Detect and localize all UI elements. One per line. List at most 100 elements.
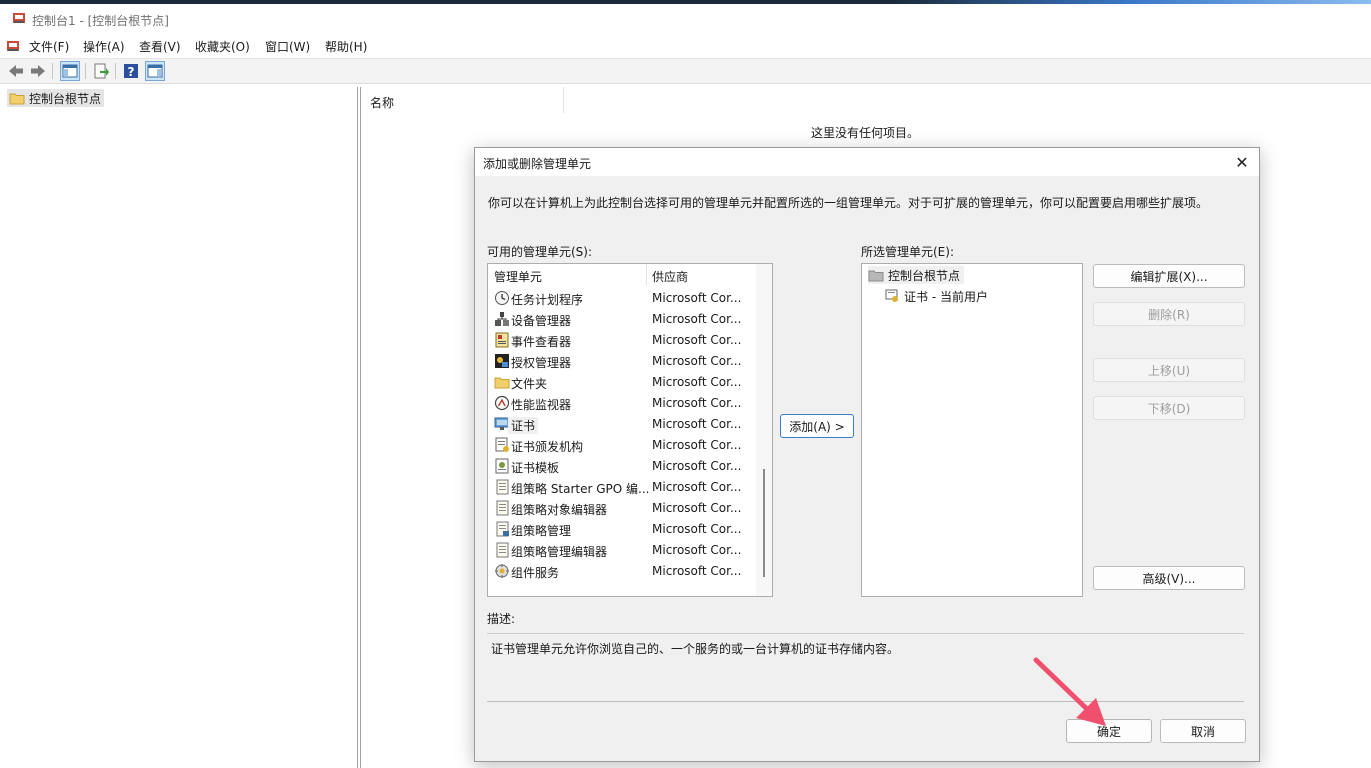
selected-child-label: 证书 - 当前用户 (904, 289, 988, 304)
certificate-authority-icon (495, 437, 509, 452)
snapin-vendor: Microsoft Cor... (652, 312, 742, 326)
console-tree-pane[interactable]: 控制台根节点 (2, 87, 358, 768)
edit-extensions-button[interactable]: 编辑扩展(X)... (1093, 264, 1245, 288)
authorization-manager-icon (495, 354, 509, 368)
snapin-row-authorization-manager[interactable]: 授权管理器 Microsoft Cor... (488, 351, 754, 372)
toolbar: ? (0, 58, 1371, 84)
snapin-row-gpo-editor[interactable]: 组策略对象编辑器 Microsoft Cor... (488, 498, 754, 519)
certificates-icon (885, 289, 898, 302)
snapin-vendor: Microsoft Cor... (652, 480, 742, 494)
policy-management-icon (496, 521, 509, 537)
snapin-row-task-scheduler[interactable]: 任务计划程序 Microsoft Cor... (488, 288, 754, 309)
menu-bar: 文件(F) 操作(A) 查看(V) 收藏夹(O) 窗口(W) 帮助(H) (0, 34, 1371, 58)
menu-action[interactable]: 操作(A) (83, 38, 125, 55)
selected-root-label: 控制台根节点 (888, 268, 961, 283)
snapin-row-component-services[interactable]: 组件服务 Microsoft Cor... (488, 561, 754, 582)
snapin-name: 组策略 Starter GPO 编... (511, 482, 650, 496)
close-icon[interactable]: ✕ (1231, 151, 1253, 173)
export-list-icon[interactable] (92, 62, 110, 80)
ok-button[interactable]: 确定 (1066, 719, 1152, 743)
selected-root-node[interactable]: 控制台根节点 (868, 266, 965, 284)
available-snapins-label: 可用的管理单元(S): (487, 245, 593, 259)
selected-snapins-label: 所选管理单元(E): (861, 245, 954, 259)
scrollbar-thumb[interactable] (763, 469, 765, 577)
mmc-app-icon (13, 13, 25, 23)
snapin-row-certificate-authority[interactable]: 证书颁发机构 Microsoft Cor... (488, 435, 754, 456)
snapin-vendor: Microsoft Cor... (652, 354, 742, 368)
available-snapins-list[interactable]: 管理单元 供应商 任务计划程序 Microsoft Cor... 设备管理器 M… (487, 263, 773, 597)
snapin-name: 组策略管理编辑器 (511, 545, 608, 559)
snapin-row-performance-monitor[interactable]: 性能监视器 Microsoft Cor... (488, 393, 754, 414)
snapin-name: 组策略管理 (511, 524, 572, 538)
snapin-vendor: Microsoft Cor... (652, 543, 742, 557)
snapin-vendor: Microsoft Cor... (652, 396, 742, 410)
event-viewer-icon (495, 332, 509, 348)
folder-icon (9, 93, 25, 105)
snapin-name: 证书模板 (511, 461, 560, 475)
description-text: 证书管理单元允许你浏览自己的、一个服务的或一台计算机的证书存储内容。 (491, 642, 900, 656)
snapin-name: 组件服务 (511, 566, 560, 580)
snapin-name: 证书颁发机构 (511, 440, 584, 454)
snapin-row-group-policy-management[interactable]: 组策略管理 Microsoft Cor... (488, 519, 754, 540)
snapin-name: 性能监视器 (511, 398, 572, 412)
snapin-row-certificates[interactable]: 证书 Microsoft Cor... (488, 414, 754, 435)
snapin-vendor: Microsoft Cor... (652, 522, 742, 536)
clock-icon (495, 291, 509, 305)
tree-root-label: 控制台根节点 (29, 91, 102, 106)
back-icon[interactable] (7, 62, 25, 80)
tree-root-node[interactable]: 控制台根节点 (7, 89, 105, 107)
description-label: 描述: (487, 612, 516, 626)
help-icon[interactable]: ? (122, 62, 140, 80)
mmc-menu-icon[interactable] (6, 39, 20, 53)
cancel-button[interactable]: 取消 (1160, 719, 1246, 743)
policy-icon (496, 479, 509, 495)
advanced-button[interactable]: 高级(V)... (1093, 566, 1245, 590)
move-down-button[interactable]: 下移(D) (1093, 396, 1245, 420)
snapin-name: 授权管理器 (511, 356, 572, 370)
empty-message: 这里没有任何项目。 (811, 126, 920, 140)
snapin-row-folder[interactable]: 文件夹 Microsoft Cor... (488, 372, 754, 393)
snapin-name: 文件夹 (511, 377, 548, 391)
show-hide-action-pane-icon[interactable] (145, 61, 165, 81)
policy-icon (496, 500, 509, 516)
snapin-vendor: Microsoft Cor... (652, 375, 742, 389)
menu-window[interactable]: 窗口(W) (265, 38, 310, 55)
column-header-name[interactable]: 名称 (361, 87, 564, 113)
snapin-name: 组策略对象编辑器 (511, 503, 608, 517)
move-up-button[interactable]: 上移(U) (1093, 358, 1245, 382)
show-hide-console-tree-icon[interactable] (60, 61, 80, 81)
menu-view[interactable]: 查看(V) (139, 38, 181, 55)
menu-favorites[interactable]: 收藏夹(O) (195, 38, 250, 55)
snapin-row-starter-gpo-editor[interactable]: 组策略 Starter GPO 编... Microsoft Cor... (488, 477, 754, 498)
performance-monitor-icon (494, 395, 510, 411)
toolbar-separator (52, 63, 53, 79)
available-list-scrollbar[interactable] (756, 264, 772, 596)
snapin-row-group-policy-management-editor[interactable]: 组策略管理编辑器 Microsoft Cor... (488, 540, 754, 561)
selected-child-certificates[interactable]: 证书 - 当前用户 (884, 287, 988, 305)
snapin-name: 设备管理器 (511, 314, 572, 328)
column-divider[interactable] (646, 264, 647, 286)
snapin-vendor: Microsoft Cor... (652, 438, 742, 452)
snapin-name: 事件查看器 (511, 335, 572, 349)
column-header-snapin[interactable]: 管理单元 (494, 268, 542, 285)
forward-icon[interactable] (29, 62, 47, 80)
dialog-titlebar[interactable]: 添加或删除管理单元 ✕ (475, 148, 1259, 176)
column-header-vendor[interactable]: 供应商 (652, 268, 688, 285)
policy-icon (496, 542, 509, 558)
window-titlebar[interactable]: 控制台1 - [控制台根节点] (0, 4, 1371, 34)
snapin-row-event-viewer[interactable]: 事件查看器 Microsoft Cor... (488, 330, 754, 351)
snapin-row-certificate-templates[interactable]: 证书模板 Microsoft Cor... (488, 456, 754, 477)
snapin-vendor: Microsoft Cor... (652, 333, 742, 347)
selected-snapins-list[interactable]: 控制台根节点 证书 - 当前用户 (861, 263, 1083, 597)
menu-file[interactable]: 文件(F) (29, 38, 69, 55)
folder-icon (494, 377, 510, 389)
description-box: 证书管理单元允许你浏览自己的、一个服务的或一台计算机的证书存储内容。 (487, 633, 1244, 702)
divider (487, 701, 1244, 702)
snapin-row-device-manager[interactable]: 设备管理器 Microsoft Cor... (488, 309, 754, 330)
menu-help[interactable]: 帮助(H) (325, 38, 367, 55)
dialog-title: 添加或删除管理单元 (483, 157, 592, 171)
add-button[interactable]: 添加(A) > (780, 414, 854, 438)
available-list-header: 管理单元 供应商 (488, 264, 754, 286)
add-remove-snapins-dialog: 添加或删除管理单元 ✕ 你可以在计算机上为此控制台选择可用的管理单元并配置所选的… (474, 147, 1260, 762)
remove-button[interactable]: 删除(R) (1093, 302, 1245, 326)
